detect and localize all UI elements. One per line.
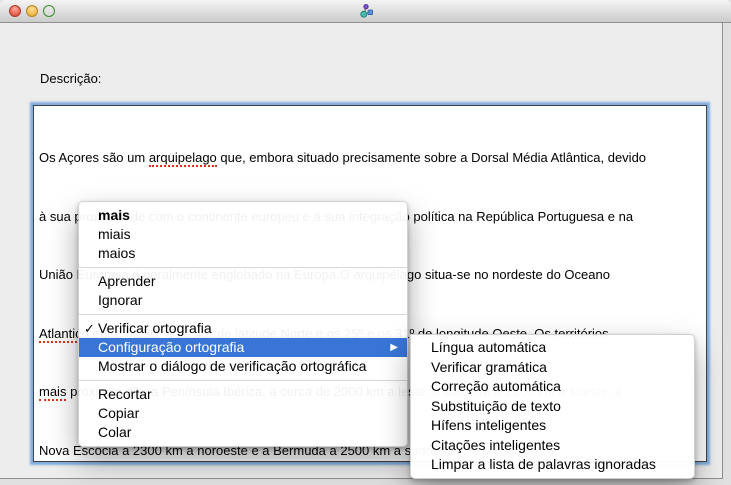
minimize-button[interactable] bbox=[26, 5, 38, 17]
description-label: Descrição: bbox=[40, 71, 101, 86]
submenu-item-smart-hyphens[interactable]: Hífens inteligentes bbox=[411, 416, 694, 436]
menu-separator bbox=[79, 314, 407, 315]
menu-item-label: maios bbox=[98, 245, 135, 261]
menu-item-label: Hífens inteligentes bbox=[431, 417, 546, 433]
menu-item-paste[interactable]: Colar bbox=[79, 423, 407, 442]
submenu-item-automatic-language[interactable]: Língua automática bbox=[411, 338, 694, 358]
submenu-item-check-grammar[interactable]: Verificar gramática bbox=[411, 358, 694, 378]
menu-item-label: miais bbox=[98, 226, 131, 242]
menu-item-label: Verificar ortografia bbox=[98, 320, 212, 336]
menu-item-suggestion-mais[interactable]: mais bbox=[79, 206, 407, 225]
application-window: { "window": { "title_bar": { "app_icon":… bbox=[0, 0, 731, 485]
text-line: Os Açores são um arquipelago que, embora… bbox=[39, 148, 701, 168]
menu-item-learn[interactable]: Aprender bbox=[79, 272, 407, 291]
text-segment: que, embora situado precisamente sobre a… bbox=[217, 150, 646, 165]
submenu-item-smart-quotes[interactable]: Citações inteligentes bbox=[411, 436, 694, 456]
menu-item-label: Colar bbox=[98, 424, 131, 440]
misspelled-word: arquipelago bbox=[149, 150, 217, 167]
misspelled-word-target: mais bbox=[39, 384, 66, 401]
menu-item-label: Aprender bbox=[98, 273, 156, 289]
spelling-context-menu: mais miais maios Aprender Ignorar ✓ Veri… bbox=[78, 201, 408, 447]
menu-item-suggestion-maios[interactable]: maios bbox=[79, 244, 407, 263]
menu-item-label: Recortar bbox=[98, 386, 152, 402]
menu-item-label: Copiar bbox=[98, 405, 139, 421]
menu-item-label: Correção automática bbox=[431, 378, 561, 394]
zoom-button[interactable] bbox=[43, 5, 55, 17]
menu-separator bbox=[79, 267, 407, 268]
traffic-lights bbox=[9, 5, 55, 17]
menu-item-ignore[interactable]: Ignorar bbox=[79, 291, 407, 310]
menu-item-spelling-configuration[interactable]: Configuração ortografia ▶ bbox=[79, 338, 407, 357]
menu-item-label: Língua automática bbox=[431, 339, 546, 355]
menu-item-label: Substituição de texto bbox=[431, 398, 561, 414]
menu-item-check-spelling[interactable]: ✓ Verificar ortografia bbox=[79, 319, 407, 338]
menu-item-suggestion-miais[interactable]: miais bbox=[79, 225, 407, 244]
submenu-arrow-icon: ▶ bbox=[390, 338, 398, 357]
title-bar[interactable] bbox=[0, 0, 731, 23]
menu-item-label: mais bbox=[98, 207, 130, 223]
checkmark-icon: ✓ bbox=[84, 319, 95, 338]
text-segment: Os Açores são um bbox=[39, 150, 149, 165]
menu-item-copy[interactable]: Copiar bbox=[79, 404, 407, 423]
submenu-item-clear-ignored-words[interactable]: Limpar a lista de palavras ignoradas bbox=[411, 455, 694, 475]
menu-item-label: Ignorar bbox=[98, 292, 142, 308]
submenu-item-autocorrect[interactable]: Correção automática bbox=[411, 377, 694, 397]
submenu-item-text-replacement[interactable]: Substituição de texto bbox=[411, 397, 694, 417]
spelling-configuration-submenu: Língua automática Verificar gramática Co… bbox=[410, 334, 695, 479]
close-button[interactable] bbox=[9, 5, 21, 17]
menu-item-cut[interactable]: Recortar bbox=[79, 385, 407, 404]
workflow-nodes-icon bbox=[358, 3, 374, 19]
menu-item-label: Citações inteligentes bbox=[431, 437, 560, 453]
menu-item-label: Configuração ortografia bbox=[98, 339, 244, 355]
menu-item-label: Verificar gramática bbox=[431, 359, 547, 375]
menu-item-show-spelling-dialog[interactable]: Mostrar o diálogo de verificação ortográ… bbox=[79, 357, 407, 376]
menu-separator bbox=[79, 380, 407, 381]
menu-item-label: Limpar a lista de palavras ignoradas bbox=[431, 456, 656, 472]
menu-item-label: Mostrar o diálogo de verificação ortográ… bbox=[98, 358, 366, 374]
